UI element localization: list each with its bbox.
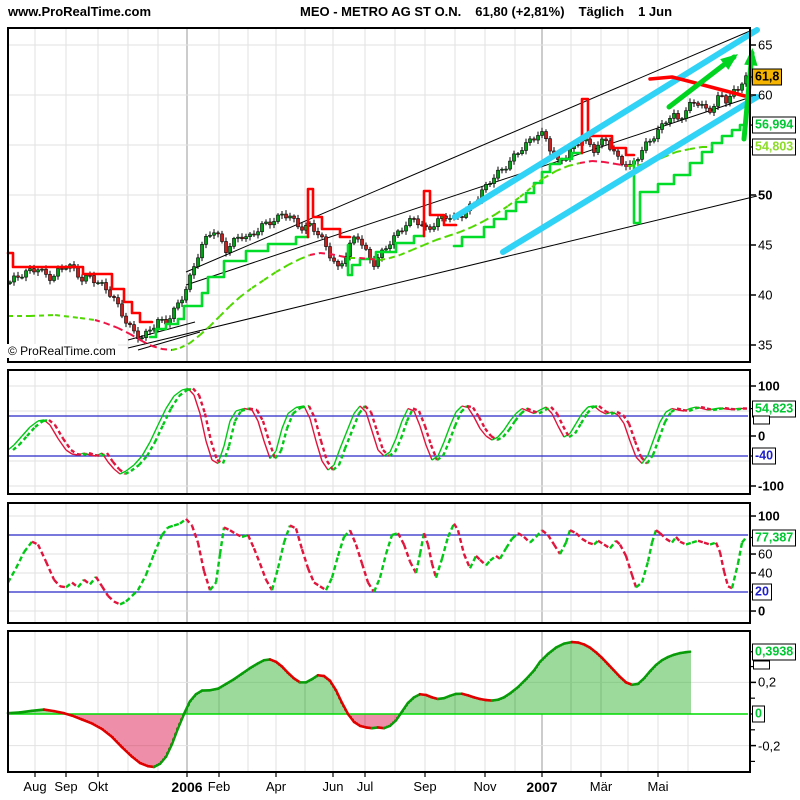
chart-title: MEO - METRO AG ST O.N. 61,80 (+2,81%) Tä… bbox=[300, 4, 686, 19]
chart-canvas[interactable] bbox=[0, 0, 800, 800]
watermark: © ProRealTime.com bbox=[6, 344, 118, 358]
date-label: 1 Jun bbox=[638, 4, 673, 19]
site-link[interactable]: www.ProRealTime.com bbox=[8, 4, 151, 19]
histogram-panel[interactable] bbox=[6, 630, 751, 773]
last-price-label: 61,80 (+2,81%) bbox=[475, 4, 565, 19]
prorealtime-screen: www.ProRealTime.com MEO - METRO AG ST O.… bbox=[0, 0, 800, 800]
header: www.ProRealTime.com MEO - METRO AG ST O.… bbox=[0, 0, 800, 24]
price-panel[interactable] bbox=[6, 27, 760, 363]
symbol-label: MEO - METRO AG ST O.N. bbox=[300, 4, 462, 19]
timeframe-label[interactable]: Täglich bbox=[579, 4, 625, 19]
oscillator-panel-1[interactable] bbox=[7, 369, 752, 495]
oscillator-panel-2[interactable] bbox=[6, 502, 751, 624]
